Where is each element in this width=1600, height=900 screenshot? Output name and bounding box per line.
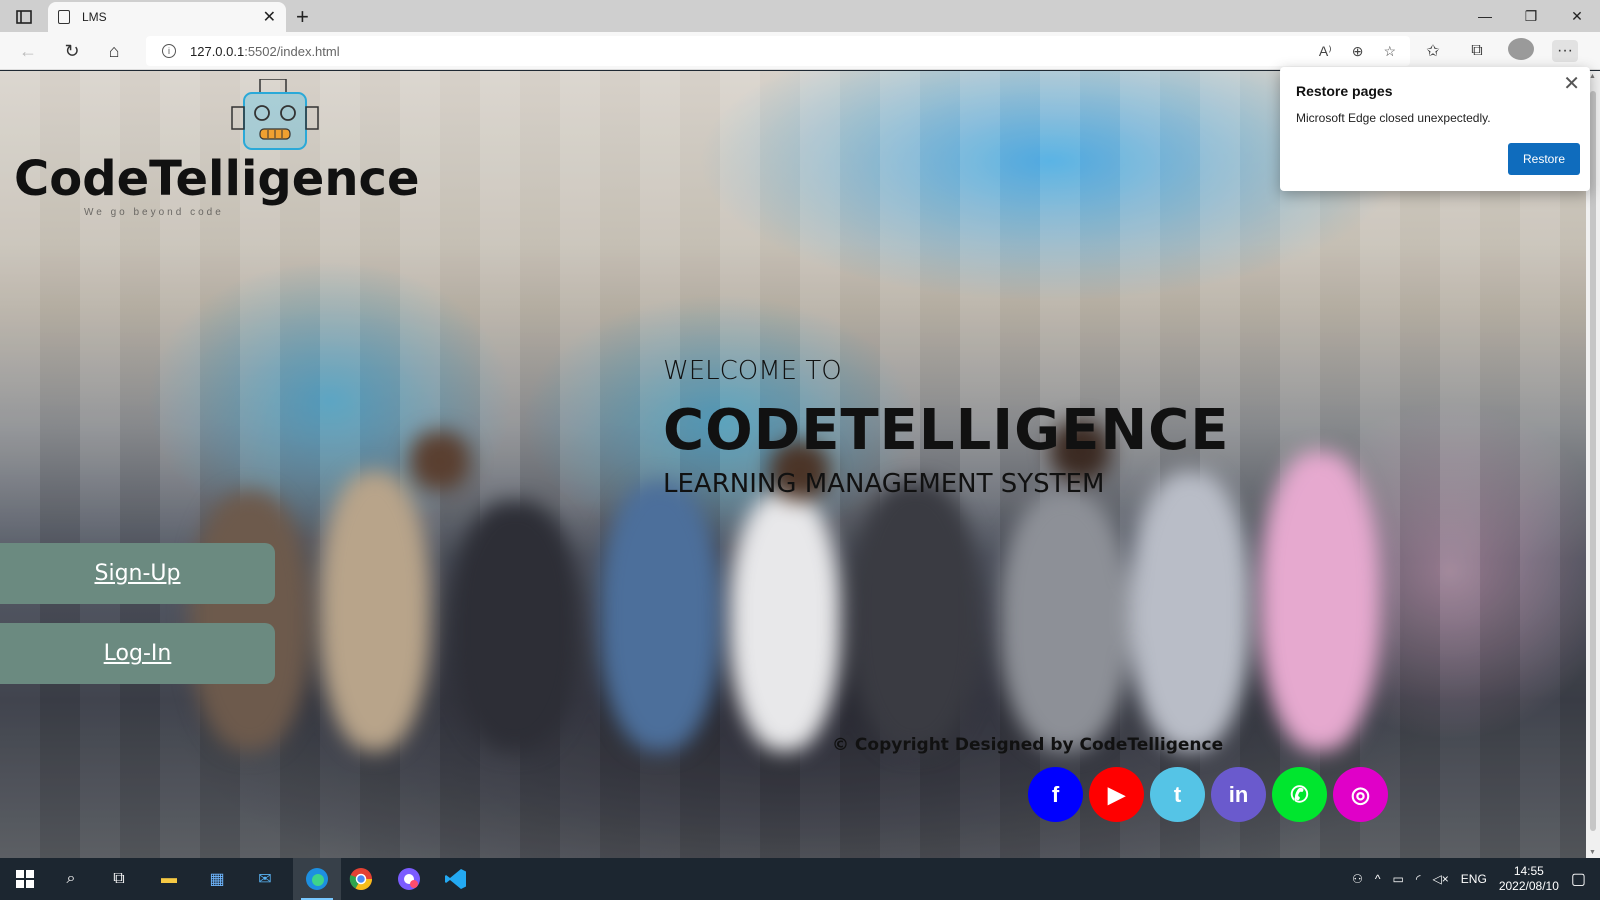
social-links: f ▶ t in ✆ ◎ — [1028, 767, 1388, 822]
minimize-icon[interactable]: — — [1462, 0, 1508, 32]
file-explorer-icon[interactable]: ▬ — [154, 864, 184, 894]
colorful-app-icon — [398, 868, 420, 890]
restore-button[interactable]: Restore — [1508, 143, 1580, 175]
wifi-icon[interactable]: ◜ — [1416, 872, 1421, 886]
copyright-text: © Copyright Designed by CodeTelligence — [832, 735, 1224, 755]
url-path: :5502/index.html — [244, 43, 340, 59]
zoom-icon[interactable]: ⊕ — [1352, 43, 1364, 60]
browser-tab[interactable]: LMS ✕ — [48, 2, 286, 32]
task-view-icon[interactable]: ⧉ — [104, 864, 134, 894]
tab-bar: LMS ✕ + — ❐ ✕ — [0, 0, 1600, 32]
mail-icon[interactable]: ✉ — [250, 864, 280, 894]
people-icon[interactable]: ⚇ — [1352, 872, 1363, 886]
read-aloud-icon[interactable]: A⁾ — [1319, 43, 1332, 60]
more-menu-icon[interactable]: ··· — [1552, 40, 1578, 62]
clock-date: 2022/08/10 — [1498, 879, 1559, 893]
twitter-icon[interactable]: t — [1150, 767, 1205, 822]
tab-title: LMS — [82, 10, 107, 24]
store-icon[interactable]: ▦ — [202, 864, 232, 894]
clock[interactable]: 14:55 2022/08/10 — [1499, 864, 1559, 894]
refresh-icon[interactable]: ↻ — [60, 39, 84, 63]
welcome-heading: WELCOME TO CODETELLIGENCE LEARNING MANAG… — [663, 356, 1230, 499]
youtube-icon[interactable]: ▶ — [1089, 767, 1144, 822]
chrome-taskbar-icon[interactable] — [346, 864, 376, 894]
home-icon[interactable]: ⌂ — [102, 39, 126, 63]
chrome-logo-icon — [349, 868, 372, 890]
restore-pages-popup: Restore pages Microsoft Edge closed unex… — [1280, 67, 1590, 191]
battery-icon[interactable]: ▭ — [1393, 872, 1404, 886]
site-title: CODETELLIGENCE — [663, 398, 1230, 463]
url-host: 127.0.0.1 — [190, 43, 245, 59]
volume-icon[interactable]: ◁× — [1433, 872, 1449, 886]
app-taskbar-icon[interactable] — [394, 864, 424, 894]
avatar — [1508, 37, 1534, 60]
windows-logo-icon — [16, 870, 34, 888]
edge-taskbar-icon[interactable] — [293, 858, 341, 900]
popup-title: Restore pages — [1296, 83, 1393, 99]
popup-close-icon[interactable]: ✕ — [1563, 71, 1580, 96]
vscode-taskbar-icon[interactable] — [441, 864, 471, 894]
logo-text: CodeTelligence — [14, 151, 420, 207]
login-button[interactable]: Log-In — [0, 623, 275, 684]
favorites-icon[interactable]: ✩ — [1420, 41, 1446, 61]
page-icon — [58, 10, 70, 24]
linkedin-icon[interactable]: in — [1211, 767, 1266, 822]
window-controls: — ❐ ✕ — [1462, 0, 1600, 32]
scroll-thumb[interactable] — [1590, 91, 1596, 831]
new-tab-icon[interactable]: + — [296, 4, 309, 30]
tab-actions-button[interactable] — [10, 6, 38, 28]
profile-button[interactable] — [1508, 37, 1534, 65]
site-subtitle: LEARNING MANAGEMENT SYSTEM — [663, 469, 1105, 499]
close-window-icon[interactable]: ✕ — [1554, 0, 1600, 32]
tab-close-icon[interactable]: ✕ — [263, 7, 276, 27]
info-icon[interactable]: i — [162, 44, 176, 58]
facebook-icon[interactable]: f — [1028, 767, 1083, 822]
logo-tagline: We go beyond code — [84, 207, 224, 218]
search-icon[interactable]: ⌕ — [56, 864, 86, 894]
back-icon[interactable]: ← — [16, 39, 40, 63]
clock-time: 14:55 — [1513, 864, 1544, 878]
signup-button[interactable]: Sign-Up — [0, 543, 275, 604]
welcome-line: WELCOME TO — [663, 356, 842, 386]
add-favorite-icon[interactable]: ☆ — [1383, 43, 1396, 60]
scroll-down-icon[interactable]: ▼ — [1589, 849, 1596, 856]
scroll-up-icon[interactable]: ▲ — [1589, 73, 1596, 80]
address-toolbar: ← ↻ ⌂ i 127.0.0.1 :5502/index.html A⁾ ⊕ … — [0, 32, 1600, 70]
taskbar: ⌕ ⧉ ▬ ▦ ✉ ⚇ ^ ▭ ◜ ◁× ENG 14:55 2022/08/1… — [0, 858, 1600, 900]
popup-message: Microsoft Edge closed unexpectedly. — [1296, 111, 1491, 125]
site-logo[interactable]: CodeTelligence We go beyond code — [14, 79, 420, 219]
instagram-icon[interactable]: ◎ — [1333, 767, 1388, 822]
robot-logo-icon — [231, 79, 319, 150]
system-tray: ⚇ ^ ▭ ◜ ◁× ENG 14:55 2022/08/10 ▢ — [1352, 858, 1600, 900]
edge-logo-icon — [306, 868, 328, 890]
whatsapp-icon[interactable]: ✆ — [1272, 767, 1327, 822]
language-indicator[interactable]: ENG — [1461, 872, 1487, 886]
show-hidden-icons[interactable]: ^ — [1375, 872, 1381, 886]
address-bar[interactable]: i 127.0.0.1 :5502/index.html A⁾ ⊕ ☆ — [146, 36, 1410, 66]
windows-start-icon[interactable] — [10, 864, 40, 894]
notifications-icon[interactable]: ▢ — [1571, 869, 1586, 889]
restore-window-icon[interactable]: ❐ — [1508, 0, 1554, 32]
vscode-logo-icon — [445, 869, 466, 889]
tab-actions-icon — [16, 10, 32, 24]
collections-icon[interactable]: ⧉ — [1464, 42, 1490, 60]
